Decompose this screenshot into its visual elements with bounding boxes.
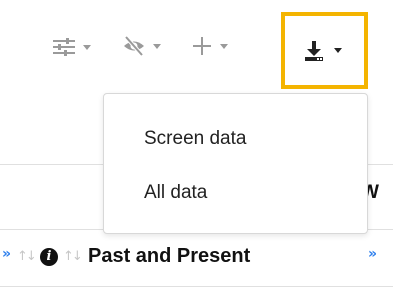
info-icon[interactable]: i [40, 248, 58, 266]
chevron-down-icon [153, 43, 161, 49]
expand-chevron-icon[interactable]: » [368, 247, 377, 261]
column-visibility-button[interactable] [122, 35, 161, 57]
chevron-down-icon [83, 44, 91, 50]
sort-icon[interactable]: ↑↓ [17, 249, 37, 264]
table-header-row: » ↑↓ i ↑↓ Past and Present » [0, 239, 393, 275]
column-header-title[interactable]: Past and Present [88, 245, 250, 268]
menu-item-all-data[interactable]: All data [144, 182, 207, 204]
download-icon [303, 40, 325, 62]
expand-chevron-icon[interactable]: » [2, 247, 11, 261]
data-table-view: W » ↑↓ i ↑↓ Past and Present » Screen da… [0, 0, 393, 295]
filter-settings-button[interactable] [52, 37, 91, 57]
chevron-down-icon [220, 43, 228, 49]
sort-icon[interactable]: ↑↓ [63, 249, 83, 264]
eye-slash-icon [122, 35, 146, 57]
download-button[interactable] [281, 12, 368, 89]
sliders-icon [52, 37, 76, 57]
chevron-down-icon [334, 48, 342, 53]
plus-icon [191, 35, 213, 57]
table-divider [0, 286, 393, 287]
add-button[interactable] [191, 35, 228, 57]
download-dropdown-menu: Screen data All data [103, 93, 368, 234]
menu-item-screen-data[interactable]: Screen data [144, 128, 246, 150]
